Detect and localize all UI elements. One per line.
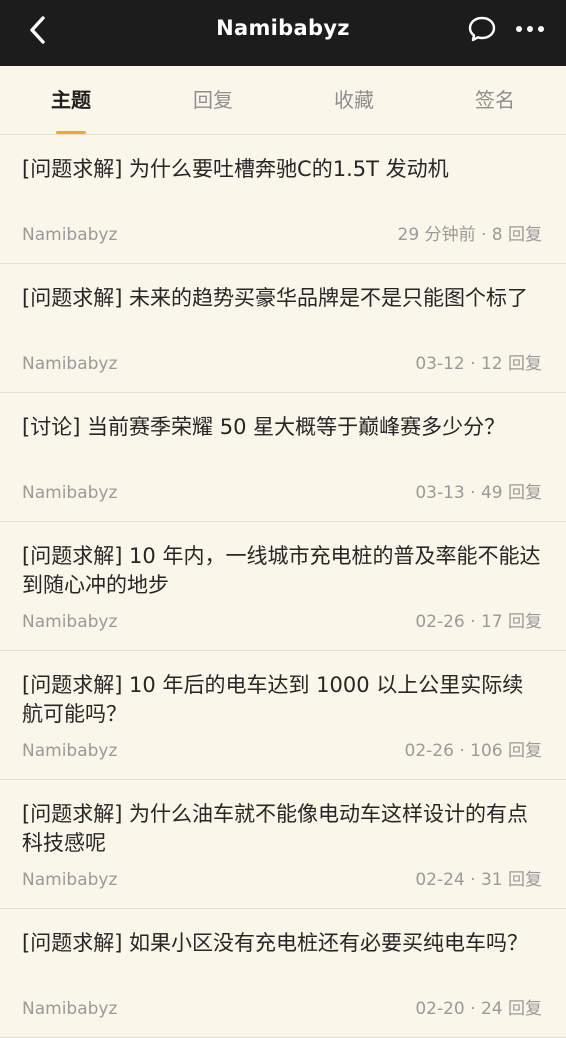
tab-label: 收藏 xyxy=(334,88,374,112)
thread-author: Namibabyz xyxy=(22,612,118,632)
chat-button[interactable] xyxy=(464,12,500,46)
thread-meta: 02-24 · 31 回复 xyxy=(415,870,542,890)
top-bar: Namibabyz xyxy=(0,0,566,66)
tab-label: 回复 xyxy=(193,88,233,112)
tab-topics[interactable]: 主题 xyxy=(0,66,142,134)
thread-item[interactable]: [讨论] 当前赛季荣耀 50 星大概等于巅峰赛多少分？ Namibabyz 03… xyxy=(0,393,566,522)
thread-title: [问题求解] 如果小区没有充电桩还有必要买纯电车吗？ xyxy=(22,931,529,955)
thread-meta: 29 分钟前 · 8 回复 xyxy=(397,225,542,245)
thread-title: [问题求解] 10 年内，一线城市充电桩的普及率能不能达到随心冲的地步 xyxy=(22,544,541,597)
thread-meta: 02-26 · 17 回复 xyxy=(415,612,542,632)
thread-author: Namibabyz xyxy=(22,483,118,503)
tab-label: 主题 xyxy=(51,88,91,112)
thread-item[interactable]: [问题求解] 10 年内，一线城市充电桩的普及率能不能达到随心冲的地步 Nami… xyxy=(0,522,566,651)
thread-title: [问题求解] 为什么要吐槽奔驰C的1.5T 发动机 xyxy=(22,157,449,181)
thread-meta: 02-20 · 24 回复 xyxy=(415,999,542,1019)
active-tab-indicator xyxy=(56,131,86,134)
thread-title: [问题求解] 未来的趋势买豪华品牌是不是只能图个标了 xyxy=(22,286,529,310)
thread-item[interactable]: [问题求解] 如果小区没有充电桩还有必要买纯电车吗？ Namibabyz 02-… xyxy=(0,909,566,1038)
tab-bar: 主题 回复 收藏 签名 xyxy=(0,66,566,135)
chat-bubble-icon xyxy=(468,16,496,42)
thread-author: Namibabyz xyxy=(22,870,118,890)
more-button[interactable] xyxy=(512,12,548,46)
thread-meta: 02-26 · 106 回复 xyxy=(404,741,542,761)
thread-author: Namibabyz xyxy=(22,225,118,245)
tab-replies[interactable]: 回复 xyxy=(142,66,284,134)
thread-author: Namibabyz xyxy=(22,999,118,1019)
thread-item[interactable]: [问题求解] 10 年后的电车达到 1000 以上公里实际续航可能吗？ Nami… xyxy=(0,651,566,780)
thread-meta: 03-12 · 12 回复 xyxy=(415,354,542,374)
thread-list: [问题求解] 为什么要吐槽奔驰C的1.5T 发动机 Namibabyz 29 分… xyxy=(0,135,566,1038)
thread-item[interactable]: [问题求解] 为什么要吐槽奔驰C的1.5T 发动机 Namibabyz 29 分… xyxy=(0,135,566,264)
thread-title: [讨论] 当前赛季荣耀 50 星大概等于巅峰赛多少分？ xyxy=(22,415,506,439)
thread-meta: 03-13 · 49 回复 xyxy=(415,483,542,503)
thread-author: Namibabyz xyxy=(22,354,118,374)
tab-signature[interactable]: 签名 xyxy=(424,66,566,134)
thread-title: [问题求解] 10 年后的电车达到 1000 以上公里实际续航可能吗？ xyxy=(22,673,524,726)
thread-title: [问题求解] 为什么油车就不能像电动车这样设计的有点科技感呢 xyxy=(22,802,529,855)
thread-author: Namibabyz xyxy=(22,741,118,761)
thread-item[interactable]: [问题求解] 未来的趋势买豪华品牌是不是只能图个标了 Namibabyz 03-… xyxy=(0,264,566,393)
tab-label: 签名 xyxy=(475,88,515,112)
more-dots-icon xyxy=(516,26,544,32)
thread-item[interactable]: [问题求解] 为什么油车就不能像电动车这样设计的有点科技感呢 Namibabyz… xyxy=(0,780,566,909)
tab-favorites[interactable]: 收藏 xyxy=(283,66,425,134)
